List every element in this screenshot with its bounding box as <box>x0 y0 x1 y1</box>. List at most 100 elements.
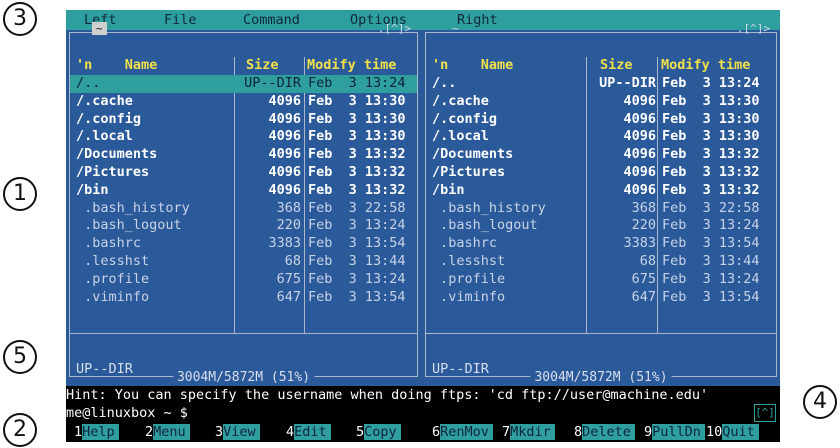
right-panel[interactable]: ~ .[^]> 'n Name Size Modify time /.. UP--… <box>425 22 777 385</box>
left-file-name: /Pictures <box>76 163 150 180</box>
left-file-row[interactable]: .bash_logout 220 Feb 3 13:24 <box>70 217 417 235</box>
left-file-size: 4096 <box>268 181 301 198</box>
fkey-label: Edit <box>294 424 331 440</box>
fkey-number: 1 <box>74 424 83 440</box>
right-file-row[interactable]: .bash_logout 220 Feb 3 13:24 <box>426 217 776 235</box>
right-file-row[interactable]: /Documents 4096 Feb 3 13:32 <box>426 146 776 164</box>
left-file-row[interactable]: /.config 4096 Feb 3 13:30 <box>70 111 417 129</box>
left-file-row[interactable]: /.. UP--DIR Feb 3 13:24 <box>70 75 417 93</box>
left-col-size-header[interactable]: Size <box>246 57 279 75</box>
right-file-row[interactable]: .bash_history 368 Feb 3 22:58 <box>426 200 776 218</box>
left-file-modified: Feb 3 13:32 <box>308 181 406 198</box>
fkey-quit-button[interactable]: 10Quit <box>706 422 759 442</box>
fkey-mkdir-button[interactable]: 7Mkdir <box>502 422 555 442</box>
right-file-modified: Feb 3 13:24 <box>662 217 760 234</box>
left-file-list: /.. UP--DIR Feb 3 13:24 /.cache 4096 Feb 3 13… <box>70 75 417 306</box>
right-file-row[interactable]: /.local 4096 Feb 3 13:30 <box>426 128 776 146</box>
command-prompt[interactable]: me@linuxbox ~ $ <box>66 404 780 422</box>
right-file-size: 368 <box>631 199 656 216</box>
left-file-row[interactable]: /Pictures 4096 Feb 3 13:32 <box>70 164 417 182</box>
left-file-row[interactable]: .viminfo 647 Feb 3 13:54 <box>70 289 417 307</box>
left-file-modified: Feb 3 13:30 <box>308 128 406 145</box>
right-file-row[interactable]: .lesshst 68 Feb 3 13:44 <box>426 253 776 271</box>
fkey-renmov-button[interactable]: 6RenMov <box>432 422 493 442</box>
right-file-name: /.. <box>432 75 457 91</box>
left-file-size: 4096 <box>268 110 301 127</box>
left-file-name: .bashrc <box>76 235 142 252</box>
right-panel-history-button[interactable]: .[^]> <box>737 22 770 35</box>
fkey-menu-button[interactable]: 2Menu <box>145 422 190 442</box>
right-file-row[interactable]: /.. UP--DIR Feb 3 13:24 <box>426 75 776 93</box>
left-file-row[interactable]: .profile 675 Feb 3 13:24 <box>70 271 417 289</box>
left-file-size: 3383 <box>268 235 301 252</box>
left-file-name: .profile <box>76 270 150 287</box>
right-file-row[interactable]: /.config 4096 Feb 3 13:30 <box>426 111 776 129</box>
fkey-view-button[interactable]: 3View <box>215 422 260 442</box>
left-panel-history-button[interactable]: .[^]> <box>378 22 411 35</box>
left-file-modified: Feb 3 13:30 <box>308 92 406 109</box>
left-panel-disk-usage: 3004M/5872M (51%) <box>172 370 315 385</box>
left-file-modified: Feb 3 13:24 <box>308 270 406 287</box>
left-file-modified: Feb 3 13:32 <box>308 146 406 163</box>
right-col-size-header[interactable]: Size <box>600 57 633 75</box>
right-panel-path[interactable]: ~ <box>448 22 463 35</box>
left-file-size: 4096 <box>268 163 301 180</box>
callout-3: 3 <box>3 2 37 36</box>
function-key-bar: 1Help 2Menu 3View 4Edit 5Copy 6RenMov 7Mkdir 8D… <box>66 422 780 442</box>
left-file-row[interactable]: /bin 4096 Feb 3 13:32 <box>70 182 417 200</box>
left-col-modify-header[interactable]: Modify time <box>307 57 396 75</box>
left-file-size: 4096 <box>268 128 301 145</box>
left-file-row[interactable]: /.local 4096 Feb 3 13:30 <box>70 128 417 146</box>
fkey-number: 4 <box>286 424 295 440</box>
left-file-modified: Feb 3 13:24 <box>308 75 406 91</box>
right-file-modified: Feb 3 13:32 <box>662 181 760 198</box>
right-file-size: 4096 <box>623 128 656 145</box>
right-file-modified: Feb 3 13:54 <box>662 288 760 305</box>
right-col-modify-header[interactable]: Modify time <box>661 57 750 75</box>
left-panel-path[interactable]: ~ <box>92 22 107 35</box>
right-file-row[interactable]: /bin 4096 Feb 3 13:32 <box>426 182 776 200</box>
left-file-row[interactable]: .bashrc 3383 Feb 3 13:54 <box>70 235 417 253</box>
command-history-button[interactable]: [^] <box>754 404 776 422</box>
fkey-help-button[interactable]: 1Help <box>74 422 119 442</box>
fkey-copy-button[interactable]: 5Copy <box>356 422 401 442</box>
left-file-modified: Feb 3 22:58 <box>308 199 406 216</box>
left-file-name: .viminfo <box>76 288 150 305</box>
right-file-name: /.local <box>432 128 489 145</box>
left-file-name: .lesshst <box>76 252 150 269</box>
right-file-name: .lesshst <box>432 252 506 269</box>
right-file-row[interactable]: .viminfo 647 Feb 3 13:54 <box>426 289 776 307</box>
right-file-name: .profile <box>432 270 506 287</box>
left-file-row[interactable]: /Documents 4096 Feb 3 13:32 <box>70 146 417 164</box>
right-file-name: /bin <box>432 181 465 198</box>
right-file-modified: Feb 3 13:24 <box>662 75 760 91</box>
right-file-row[interactable]: /.cache 4096 Feb 3 13:30 <box>426 93 776 111</box>
left-file-row[interactable]: .bash_history 368 Feb 3 22:58 <box>70 200 417 218</box>
fkey-label: PullDn <box>652 424 705 440</box>
right-file-row[interactable]: .profile 675 Feb 3 13:24 <box>426 271 776 289</box>
right-file-name: /.cache <box>432 92 489 109</box>
left-file-modified: Feb 3 13:24 <box>308 217 406 234</box>
right-col-name-header[interactable]: 'n Name <box>432 57 513 75</box>
left-file-size: 4096 <box>268 92 301 109</box>
left-col-name-header[interactable]: 'n Name <box>76 57 157 75</box>
right-file-row[interactable]: /Pictures 4096 Feb 3 13:32 <box>426 164 776 182</box>
left-file-row[interactable]: /.cache 4096 Feb 3 13:30 <box>70 93 417 111</box>
right-panel-separator <box>426 333 776 334</box>
fkey-delete-button[interactable]: 8Delete <box>574 422 635 442</box>
fkey-label: Menu <box>153 424 190 440</box>
fkey-pulldn-button[interactable]: 9PullDn <box>644 422 705 442</box>
midnight-commander-window: Left File Command Options Right ~ .[^]> … <box>66 10 780 442</box>
fkey-edit-button[interactable]: 4Edit <box>286 422 331 442</box>
left-file-size: 4096 <box>268 146 301 163</box>
right-file-row[interactable]: .bashrc 3383 Feb 3 13:54 <box>426 235 776 253</box>
left-file-name: /.. <box>76 75 101 91</box>
left-panel[interactable]: ~ .[^]> 'n Name Size Modify time /.. UP--… <box>69 22 418 385</box>
left-file-size: UP--DIR <box>244 75 301 91</box>
right-file-modified: Feb 3 13:24 <box>662 270 760 287</box>
left-file-size: 647 <box>276 288 301 305</box>
right-file-name: /Pictures <box>432 163 506 180</box>
left-file-row[interactable]: .lesshst 68 Feb 3 13:44 <box>70 253 417 271</box>
left-file-modified: Feb 3 13:32 <box>308 163 406 180</box>
right-file-size: 4096 <box>623 181 656 198</box>
